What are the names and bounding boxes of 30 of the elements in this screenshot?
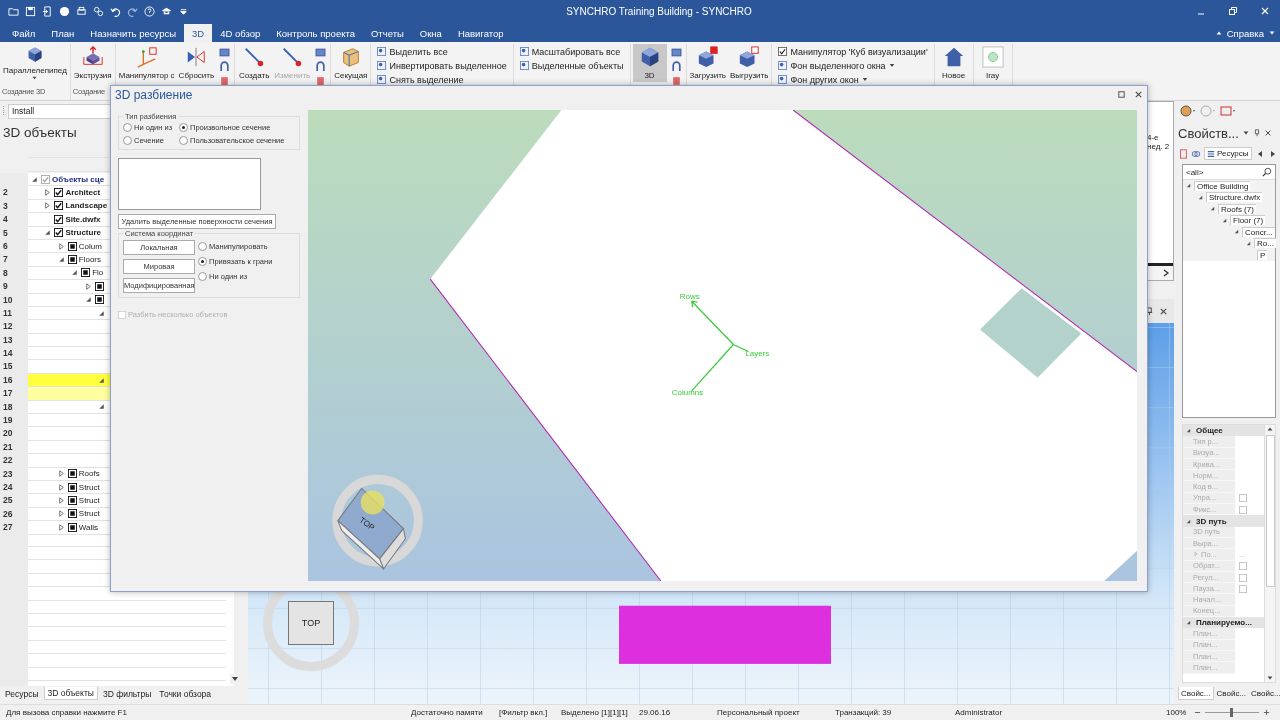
row-number: 12 (0, 320, 28, 334)
axis-label: Layers (745, 348, 770, 358)
row-number: 27 (0, 521, 28, 535)
row-number: 22 (0, 454, 28, 468)
row-number: 14 (0, 347, 28, 361)
row-number: 2 (0, 186, 28, 200)
row-number: 20 (0, 427, 28, 441)
row-number: 19 (0, 414, 28, 428)
panel-title: Свойств... (1178, 125, 1239, 141)
axis-label: Columns (671, 387, 704, 397)
axis-label: Rows (679, 292, 700, 302)
status-text: Выделено [1][1][1] (561, 708, 629, 717)
panel-title: 3D объекты (2, 124, 77, 142)
status-text: 29.06.16 (639, 708, 672, 717)
status-text: Транзакций: 39 (835, 708, 893, 717)
status-text: Administrator (955, 708, 1004, 717)
row-number: 25 (0, 494, 28, 508)
row-number: 7 (0, 253, 28, 267)
status-text: Персональный проект (717, 708, 801, 717)
window-title: SYNCHRO Training Building - SYNCHRO (565, 5, 753, 17)
status-text: Для вызова справки нажмите F1 (6, 708, 128, 717)
timeline-header: нед. 2 (1147, 142, 1171, 151)
status-text: [Фильтр вкл.] (499, 708, 549, 717)
status-text: Достаточно памяти (411, 708, 484, 717)
row-number: 15 (0, 360, 28, 374)
row-number: 4 (0, 213, 28, 227)
row-number: 9 (0, 280, 28, 294)
row-number: 17 (0, 387, 28, 401)
zoom-level: 100% (1166, 708, 1188, 717)
dialog-title: 3D разбиение (115, 87, 194, 102)
